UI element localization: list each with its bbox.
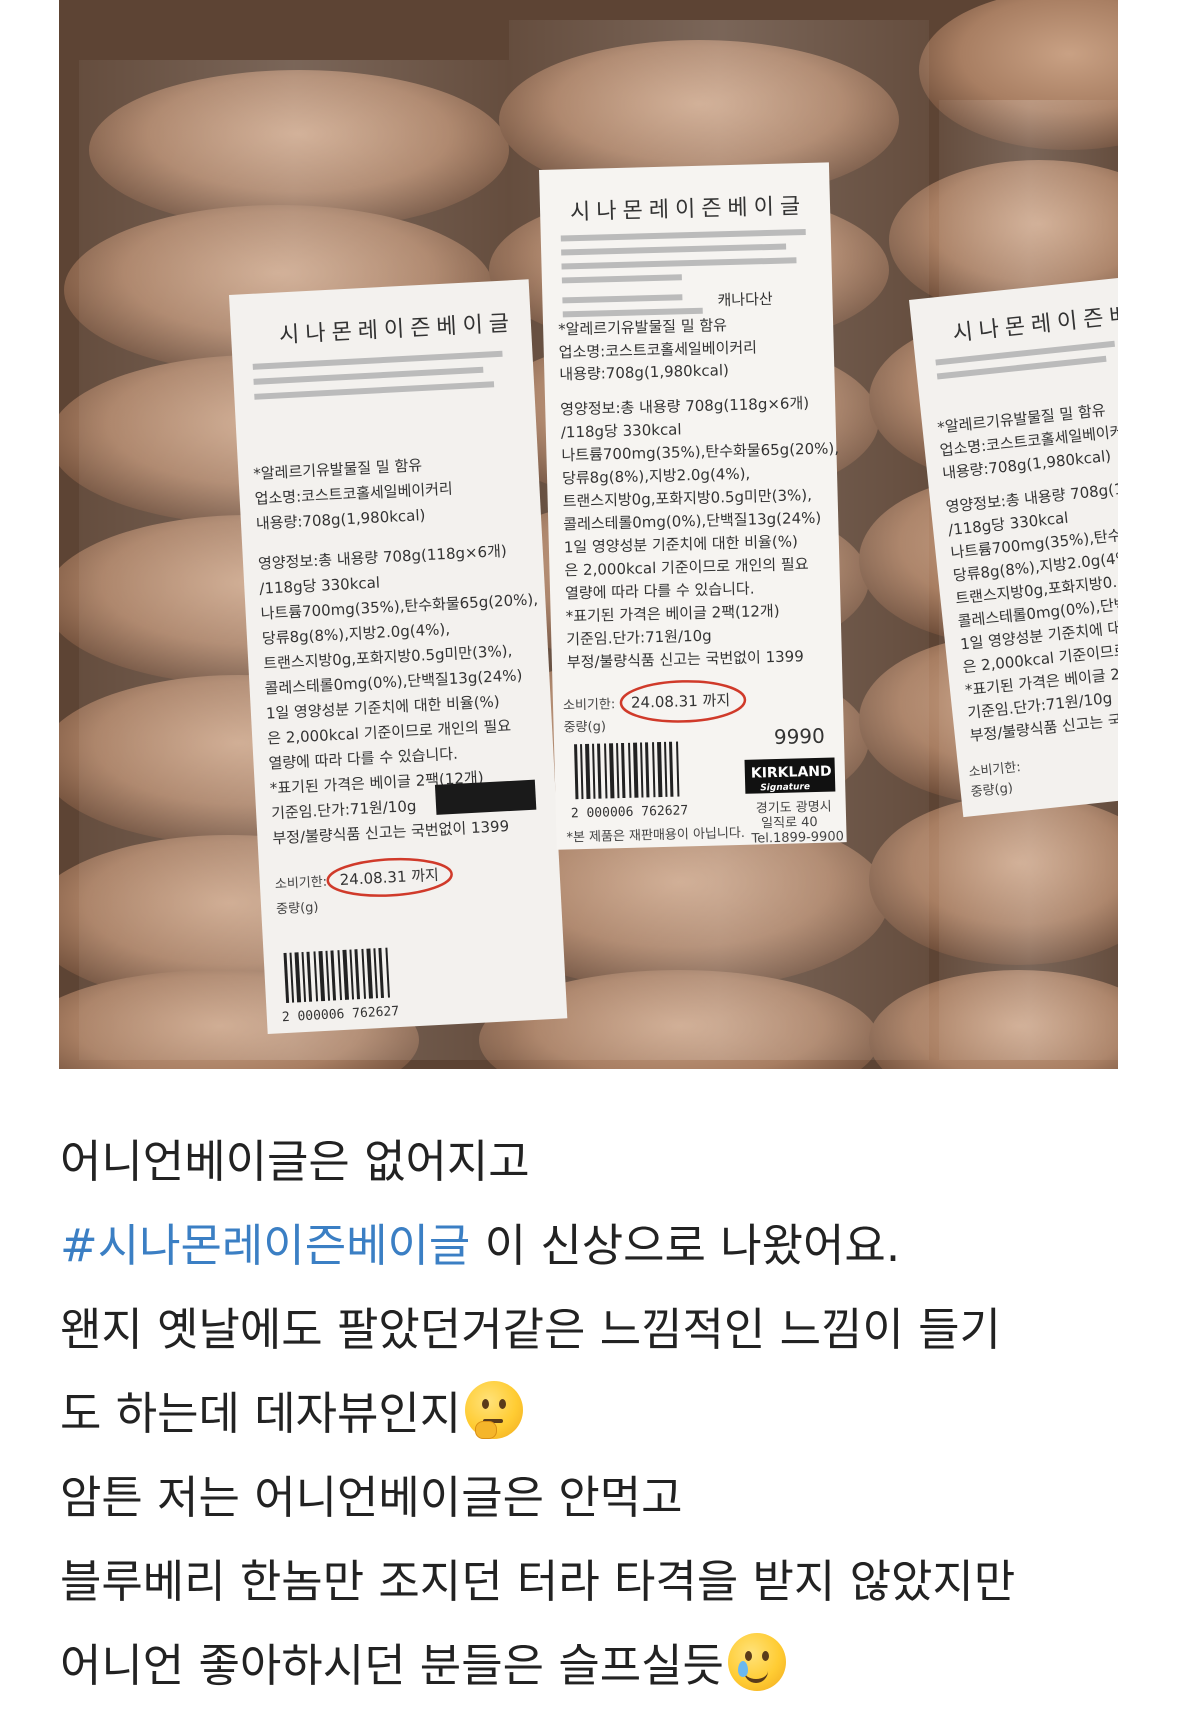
post-line-6: 블루베리 한놈만 조지던 터라 타격을 받지 않았지만 — [60, 1555, 1016, 1608]
post-line-1: 어니언베이글은 없어지고 — [60, 1135, 530, 1188]
left-product-label: 시나몬레이즌베이글 *알레르기유발물질 밀 함유 업소명:코스트코홀세일베이커리… — [229, 279, 568, 1034]
thinking-face-emoji-icon — [465, 1381, 524, 1439]
post-line-7: 어니언 좋아하시던 분들은 슬프실듯 — [60, 1624, 1140, 1708]
center-label-nutrition-11: 기준임.단가:71원/10g — [566, 627, 712, 649]
center-label-expiry-label: 소비기한: — [563, 697, 616, 713]
center-label-weight: 중량(g) — [563, 719, 606, 735]
post-line-5: 암튼 저는 어니언베이글은 안먹고 — [60, 1471, 683, 1524]
post-line-2: #시나몬레이즌베이글 이 신상으로 나왔어요. — [60, 1204, 1140, 1288]
post-line-4-text: 도 하는데 데자뷰인지 — [60, 1387, 462, 1440]
smiling-face-with-tear-emoji-icon — [727, 1633, 786, 1691]
product-photo[interactable]: 시나몬레이즌베이글 *알레르기유발물질 밀 함유 업소명:코스트코홀세일베이커리… — [59, 0, 1118, 1069]
center-label-expiry-date: 24.08.31 까지 — [631, 691, 731, 712]
post-line-3: 왠지 옛날에도 팔았던거같은 느낌적인 느낌이 들기 — [60, 1303, 1001, 1356]
center-label-address-2: 일직로 40 — [761, 815, 818, 831]
center-label-price: 9990 — [774, 724, 826, 749]
post-body: 어니언베이글은 없어지고 #시나몬레이즌베이글 이 신상으로 나왔어요. 왠지 … — [60, 1120, 1140, 1708]
post-line-4: 도 하는데 데자뷰인지 — [60, 1372, 1140, 1456]
center-product-label: 시나몬레이즌베이글 캐나다산 *알레르기유발물질 밀 함유 업소명:코스트코홀세… — [539, 162, 847, 850]
post-line-7-text: 어니언 좋아하시던 분들은 슬프실듯 — [60, 1639, 724, 1692]
post-line-2-text: 이 신상으로 나왔어요. — [470, 1219, 901, 1272]
center-label-address-1: 경기도 광명시 — [756, 800, 832, 817]
left-label-weight: 중량(g) — [276, 900, 319, 917]
center-label-nutrition-2: /118g당 330kcal — [561, 420, 682, 441]
bagel-bags-illustration: 시나몬레이즌베이글 *알레르기유발물질 밀 함유 업소명:코스트코홀세일베이커리… — [59, 0, 1118, 1069]
center-barcode-number: 2 000006 762627 — [571, 803, 689, 821]
hashtag-link[interactable]: #시나몬레이즌베이글 — [60, 1219, 470, 1272]
center-label-tel: Tel.1899-9900 — [750, 829, 844, 846]
kirkland-brand-sub: Signature — [760, 782, 810, 793]
post-page: 시나몬레이즌베이글 *알레르기유발물질 밀 함유 업소명:코스트코홀세일베이커리… — [0, 0, 1179, 1726]
left-kirkland-badge — [434, 779, 537, 815]
kirkland-brand: KIRKLAND — [751, 764, 832, 782]
left-label-expiry-label: 소비기한: — [275, 875, 328, 893]
center-label-origin: 캐나다산 — [717, 290, 773, 309]
